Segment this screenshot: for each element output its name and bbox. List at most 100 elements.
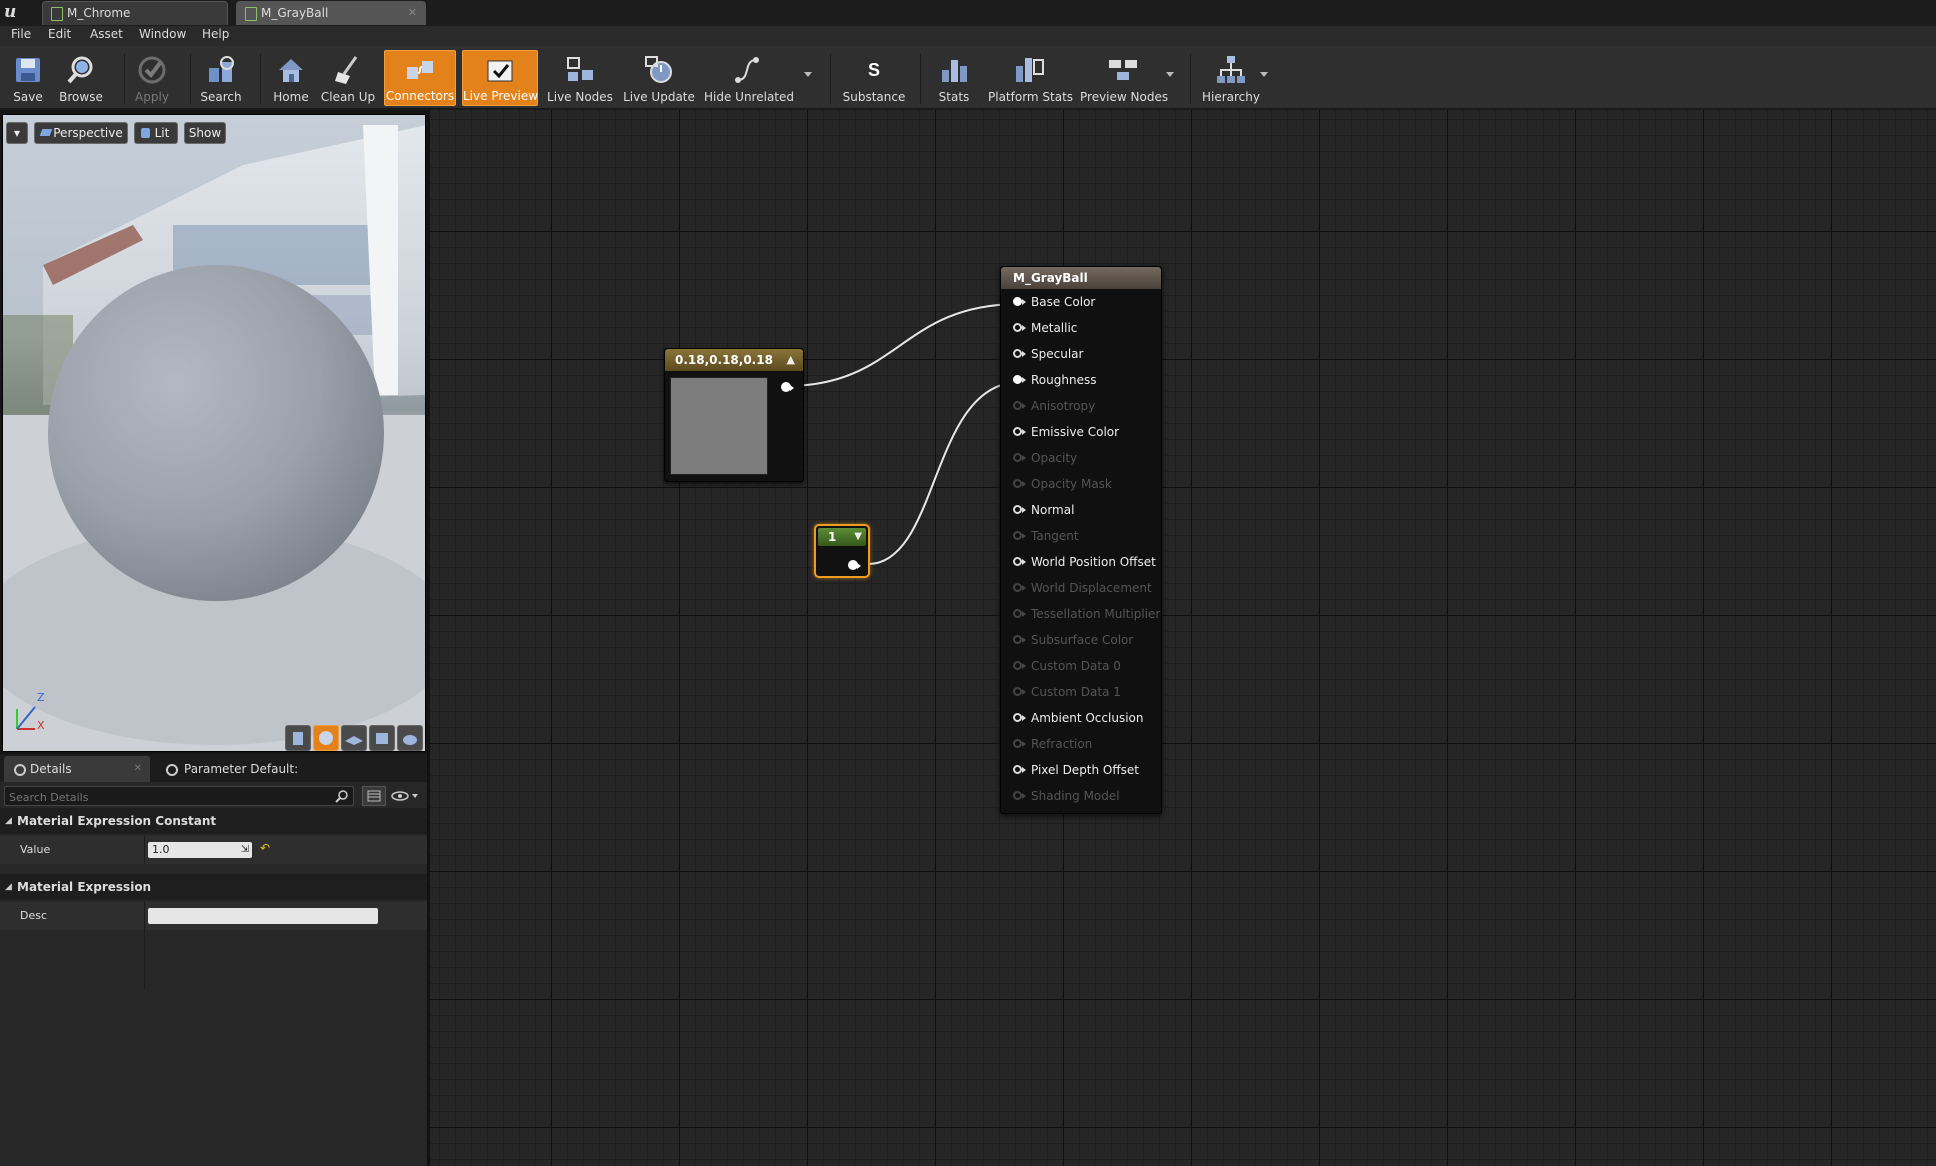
pin-connector-icon[interactable] <box>1013 765 1022 774</box>
apply-button[interactable]: Apply <box>130 50 174 106</box>
live-preview-button[interactable]: Live Preview <box>462 50 538 106</box>
property-matrix-button[interactable] <box>362 786 386 806</box>
pin-connector-icon[interactable] <box>1013 323 1022 332</box>
pin-connector-icon[interactable] <box>1013 687 1022 696</box>
desc-input[interactable] <box>148 908 378 924</box>
pin-connector-icon[interactable] <box>1013 739 1022 748</box>
menu-asset[interactable]: Asset <box>90 27 123 41</box>
pin-connector-icon[interactable] <box>1013 349 1022 358</box>
constant-scalar-node[interactable]: 1 ▼ <box>814 524 870 578</box>
sphere-mesh-button[interactable] <box>313 725 339 751</box>
pin-connector-icon[interactable] <box>1013 609 1022 618</box>
pin-connector-icon[interactable] <box>1013 713 1022 722</box>
pin-connector-icon[interactable] <box>1013 297 1022 306</box>
hide-unrelated-dropdown-chevron-down-icon[interactable] <box>804 72 812 77</box>
input-pin-roughness[interactable]: Roughness <box>1001 369 1161 395</box>
input-pin-tangent[interactable]: Tangent <box>1001 525 1161 551</box>
hierarchy-dropdown-chevron-down-icon[interactable] <box>1260 72 1268 77</box>
pin-connector-icon[interactable] <box>1013 427 1022 436</box>
live-nodes-button[interactable]: Live Nodes <box>546 50 614 106</box>
live-update-button[interactable]: Live Update <box>622 50 696 106</box>
pin-connector-icon[interactable] <box>1013 635 1022 644</box>
substance-button[interactable]: S Substance <box>840 50 908 106</box>
tab-m-chrome[interactable]: M_Chrome <box>42 1 228 25</box>
input-pin-metallic[interactable]: Metallic <box>1001 317 1161 343</box>
menu-window[interactable]: Window <box>139 27 186 41</box>
input-pin-emissive-color[interactable]: Emissive Color <box>1001 421 1161 447</box>
pin-connector-icon[interactable] <box>1013 583 1022 592</box>
input-pin-ambient-occlusion[interactable]: Ambient Occlusion <box>1001 707 1161 733</box>
search-details-field[interactable] <box>5 787 331 807</box>
drag-arrows-icon[interactable]: ⇲ <box>241 842 249 858</box>
input-pin-pixel-depth-offset[interactable]: Pixel Depth Offset <box>1001 759 1161 785</box>
menu-help[interactable]: Help <box>202 27 229 41</box>
preview-nodes-button[interactable]: Preview Nodes <box>1080 50 1168 106</box>
search-button[interactable]: Search <box>198 50 244 106</box>
connectors-button[interactable]: Connectors <box>384 50 456 106</box>
stats-button[interactable]: Stats <box>934 50 974 106</box>
input-pin-tessellation-multiplier[interactable]: Tessellation Multiplier <box>1001 603 1161 629</box>
tab-details[interactable]: Details ✕ <box>4 756 150 782</box>
input-pin-world-displacement[interactable]: World Displacement <box>1001 577 1161 603</box>
hide-unrelated-button[interactable]: Hide Unrelated <box>704 50 794 106</box>
save-button[interactable]: Save <box>8 50 48 106</box>
lit-button[interactable]: Lit <box>134 122 178 144</box>
input-pin-custom-data-1[interactable]: Custom Data 1 <box>1001 681 1161 707</box>
pin-connector-icon[interactable] <box>1013 791 1022 800</box>
pin-connector-icon[interactable] <box>1013 531 1022 540</box>
expand-arrow-icon[interactable]: ▼ <box>854 528 862 546</box>
browse-button[interactable]: Browse <box>56 50 106 106</box>
clean-up-button[interactable]: Clean Up <box>320 50 376 106</box>
section-material-expression-constant[interactable]: ◢ Material Expression Constant <box>0 808 427 834</box>
input-pin-shading-model[interactable]: Shading Model <box>1001 785 1161 811</box>
material-node-header[interactable]: M_GrayBall <box>1001 267 1161 289</box>
input-pin-world-position-offset[interactable]: World Position Offset <box>1001 551 1161 577</box>
home-button[interactable]: Home <box>270 50 312 106</box>
tab-m-grayball[interactable]: M_GrayBall ✕ <box>236 1 426 25</box>
pin-connector-icon[interactable] <box>1013 557 1022 566</box>
input-pin-opacity[interactable]: Opacity <box>1001 447 1161 473</box>
material-graph-canvas[interactable]: 0.18,0.18,0.18 ▲ 1 ▼ M_GrayBall Base Col… <box>430 110 1936 1166</box>
pin-connector-icon[interactable] <box>1013 479 1022 488</box>
value-input[interactable]: 1.0 ⇲ <box>148 842 252 858</box>
viewport-options-button[interactable]: ▾ <box>6 122 28 144</box>
input-pin-opacity-mask[interactable]: Opacity Mask <box>1001 473 1161 499</box>
menu-file[interactable]: File <box>11 27 31 41</box>
section-material-expression[interactable]: ◢ Material Expression <box>0 874 427 900</box>
input-pin-subsurface-color[interactable]: Subsurface Color <box>1001 629 1161 655</box>
pin-connector-icon[interactable] <box>1013 661 1022 670</box>
pin-connector-icon[interactable] <box>1013 505 1022 514</box>
input-pin-anisotropy[interactable]: Anisotropy <box>1001 395 1161 421</box>
close-icon[interactable]: ✕ <box>134 756 142 782</box>
platform-stats-button[interactable]: Platform Stats <box>988 50 1073 106</box>
custom-mesh-button[interactable] <box>397 725 423 751</box>
view-options-button[interactable] <box>390 786 422 806</box>
cylinder-mesh-button[interactable] <box>285 725 311 751</box>
show-button[interactable]: Show <box>184 122 226 144</box>
menu-edit[interactable]: Edit <box>48 27 71 41</box>
pin-connector-icon[interactable] <box>1013 375 1022 384</box>
plane-mesh-button[interactable] <box>341 725 367 751</box>
constant3vector-node[interactable]: 0.18,0.18,0.18 ▲ <box>664 348 804 482</box>
constant-scalar-node-header[interactable]: 1 ▼ <box>818 528 866 546</box>
pin-connector-icon[interactable] <box>1013 453 1022 462</box>
input-pin-specular[interactable]: Specular <box>1001 343 1161 369</box>
constant3vector-node-header[interactable]: 0.18,0.18,0.18 ▲ <box>665 349 803 371</box>
preview-viewport[interactable]: Z X <box>2 114 426 752</box>
input-pin-refraction[interactable]: Refraction <box>1001 733 1161 759</box>
pin-connector-icon[interactable] <box>1013 401 1022 410</box>
tab-parameter-defaults[interactable]: Parameter Default: <box>156 756 302 782</box>
input-pin-normal[interactable]: Normal <box>1001 499 1161 525</box>
chevron-down-icon: ▾ <box>13 126 21 140</box>
collapse-arrow-icon[interactable]: ▲ <box>787 349 795 371</box>
cube-mesh-button[interactable] <box>369 725 395 751</box>
preview-nodes-dropdown-chevron-down-icon[interactable] <box>1166 72 1174 77</box>
material-result-node[interactable]: M_GrayBall Base Color Metallic Specular Rou… <box>1000 266 1162 814</box>
reset-to-default-icon[interactable]: ↶ <box>260 841 270 855</box>
close-icon[interactable]: ✕ <box>408 2 417 24</box>
hierarchy-button[interactable]: Hierarchy <box>1200 50 1262 106</box>
search-details-input[interactable] <box>4 786 354 807</box>
input-pin-custom-data-0[interactable]: Custom Data 0 <box>1001 655 1161 681</box>
input-pin-base-color[interactable]: Base Color <box>1001 291 1161 317</box>
perspective-button[interactable]: Perspective <box>34 122 128 144</box>
